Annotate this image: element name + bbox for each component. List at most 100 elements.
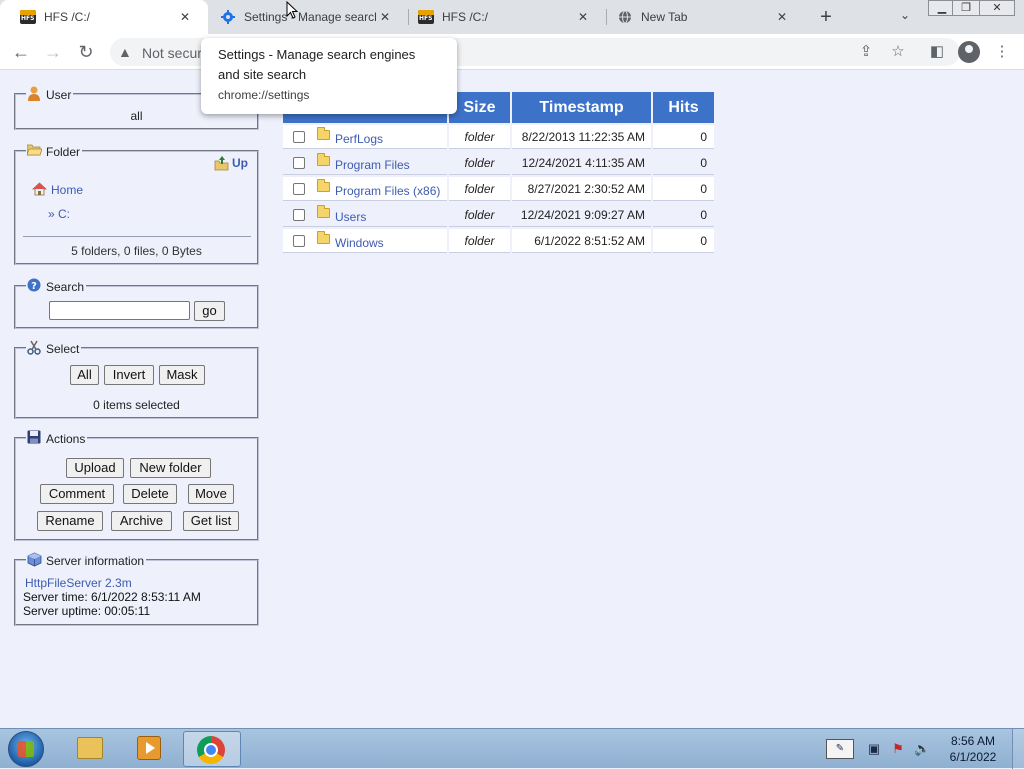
tab-search-chevron-icon[interactable]: ⌄ (895, 8, 915, 26)
windows-taskbar: ✎ ▣ ⚑ 🔈 8:56 AM 6/1/2022 (0, 728, 1024, 769)
select-legend-label: Select (46, 342, 80, 356)
scissors-icon (26, 340, 42, 356)
restore-button[interactable]: ❐ (952, 0, 980, 16)
mask-button[interactable]: Mask (159, 365, 205, 385)
profile-avatar[interactable] (958, 41, 980, 63)
file-name-link[interactable]: Windows (335, 231, 384, 255)
gear-icon (220, 9, 236, 25)
table-row[interactable]: Users folder 12/24/2021 9:09:27 AM 0 (283, 203, 714, 228)
mouse-cursor-icon (286, 1, 298, 19)
file-name-link[interactable]: PerfLogs (335, 127, 383, 151)
panel-legend: Server information (26, 552, 147, 568)
timestamp-column-header[interactable]: Timestamp (512, 92, 651, 123)
delete-button[interactable]: Delete (123, 484, 177, 504)
svg-text:?: ? (31, 281, 37, 292)
up-label[interactable]: Up (232, 156, 248, 170)
forward-button[interactable]: → (42, 41, 64, 63)
flag-warning-icon[interactable]: ⚑ (890, 741, 906, 757)
home-label[interactable]: Home (51, 183, 83, 197)
move-button[interactable]: Move (188, 484, 234, 504)
invert-selection-button[interactable]: Invert (104, 365, 154, 385)
hits-column-header[interactable]: Hits (653, 92, 714, 123)
search-go-button[interactable]: go (194, 301, 225, 321)
tab-title: HFS /C:/ (442, 10, 489, 24)
file-name-link[interactable]: Program Files (x86) (335, 179, 440, 203)
row-checkbox[interactable] (293, 209, 305, 221)
share-icon[interactable]: ⇪ (856, 42, 876, 62)
comment-button[interactable]: Comment (40, 484, 114, 504)
server-legend-label: Server information (46, 554, 145, 568)
get-list-button[interactable]: Get list (183, 511, 239, 531)
table-row[interactable]: PerfLogs folder 8/22/2013 11:22:35 AM 0 (283, 125, 714, 150)
search-input[interactable] (49, 301, 190, 320)
table-row[interactable]: Program Files folder 12/24/2021 4:11:35 AM… (283, 151, 714, 176)
panel-legend: Actions (26, 430, 88, 446)
security-label[interactable]: Not secur (142, 45, 202, 61)
network-icon[interactable]: ▣ (866, 741, 882, 757)
globe-icon (617, 9, 633, 25)
size-column-header[interactable]: Size (449, 92, 510, 123)
back-button[interactable]: ← (10, 41, 32, 63)
home-link[interactable]: Home (31, 182, 83, 198)
hfs-icon (20, 9, 36, 25)
path-c-link[interactable]: » C: (48, 207, 70, 221)
server-time: Server time: 6/1/2022 8:53:11 AM (23, 590, 201, 604)
tab-settings[interactable]: Settings - Manage search ✕ (200, 0, 408, 34)
select-all-button[interactable]: All (70, 365, 99, 385)
archive-button[interactable]: Archive (111, 511, 172, 531)
server-info-panel: Server information HttpFileServer 2.3m S… (14, 552, 259, 626)
tab-hfs-1[interactable]: HFS /C:/ ✕ (0, 0, 208, 34)
row-checkbox[interactable] (293, 235, 305, 247)
reload-button[interactable]: ↻ (75, 41, 97, 63)
selection-status: 0 items selected (93, 398, 180, 412)
new-tab-button[interactable]: + (815, 6, 837, 28)
taskbar-explorer[interactable] (62, 731, 116, 767)
menu-kebab-icon[interactable]: ⋮ (992, 42, 1012, 62)
timestamp-cell: 12/24/2021 4:11:35 AM (512, 151, 651, 175)
warning-icon[interactable]: ▲ (118, 44, 132, 60)
volume-icon[interactable]: 🔈 (914, 741, 930, 757)
action-center-icon[interactable]: ✎ (826, 739, 854, 759)
clock-date: 6/1/2022 (949, 750, 997, 764)
clock-time: 8:56 AM (950, 734, 996, 748)
file-name-link[interactable]: Users (335, 205, 366, 229)
tab-new-tab[interactable]: New Tab ✕ (597, 0, 805, 34)
actions-panel: Actions Upload New folder Comment Delete… (14, 430, 259, 541)
taskbar-chrome[interactable] (183, 731, 241, 767)
show-desktop-button[interactable] (1012, 729, 1024, 769)
rename-button[interactable]: Rename (37, 511, 103, 531)
row-checkbox[interactable] (293, 131, 305, 143)
new-folder-button[interactable]: New folder (130, 458, 211, 478)
folder-divider (23, 236, 251, 237)
save-disk-icon (26, 430, 42, 446)
close-tab-icon[interactable]: ✕ (376, 8, 394, 26)
tab-hfs-2[interactable]: HFS /C:/ ✕ (398, 0, 606, 34)
file-explorer-icon (77, 737, 103, 759)
system-clock[interactable]: 8:56 AM 6/1/2022 (944, 733, 1002, 765)
search-legend-label: Search (46, 280, 85, 294)
tab-title: HFS /C:/ (44, 10, 91, 24)
file-name-link[interactable]: Program Files (335, 153, 410, 177)
folder-panel: Folder Up Home » C: 5 folders, 0 files, … (14, 143, 259, 265)
close-window-button[interactable]: ✕ (979, 0, 1015, 16)
size-cell: folder (449, 151, 510, 175)
up-link[interactable]: Up (214, 155, 248, 171)
folder-up-icon (214, 155, 230, 171)
close-tab-icon[interactable]: ✕ (574, 8, 592, 26)
row-checkbox[interactable] (293, 157, 305, 169)
folder-icon (317, 179, 330, 192)
panel-legend: Folder (25, 143, 83, 159)
server-software-link[interactable]: HttpFileServer 2.3m (25, 576, 132, 590)
side-panel-icon[interactable]: ◧ (927, 42, 947, 62)
table-row[interactable]: Program Files (x86) folder 8/27/2021 2:30:… (283, 177, 714, 202)
close-tab-icon[interactable]: ✕ (176, 8, 194, 26)
start-button[interactable] (8, 731, 44, 767)
table-row[interactable]: Windows folder 6/1/2022 8:51:52 AM 0 (283, 229, 714, 254)
timestamp-cell: 6/1/2022 8:51:52 AM (512, 229, 651, 253)
taskbar-media-player[interactable] (122, 731, 176, 767)
bookmark-star-icon[interactable]: ☆ (888, 42, 908, 62)
row-checkbox[interactable] (293, 183, 305, 195)
upload-button[interactable]: Upload (66, 458, 124, 478)
close-tab-icon[interactable]: ✕ (773, 8, 791, 26)
tab-strip: HFS /C:/ ✕ Settings - Manage search ✕ HF… (0, 0, 1024, 34)
